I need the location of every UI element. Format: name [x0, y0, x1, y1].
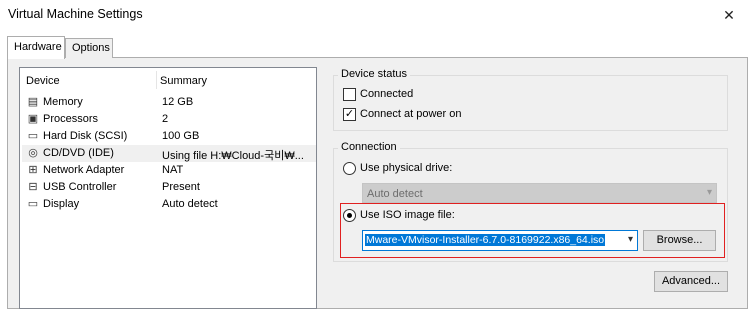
device-row-usb-controller[interactable]: ⊟ USB Controller Present: [22, 179, 316, 196]
device-status-group: Device status: [333, 68, 728, 131]
device-row-processors[interactable]: ▣ Processors 2: [22, 111, 316, 128]
device-name: Hard Disk (SCSI): [43, 130, 128, 142]
advanced-button[interactable]: Advanced...: [654, 271, 728, 292]
device-name: Memory: [43, 96, 83, 108]
physical-drive-value: Auto detect: [367, 188, 423, 200]
device-row-memory[interactable]: ▤ Memory 12 GB: [22, 94, 316, 111]
device-name: CD/DVD (IDE): [43, 147, 114, 159]
connect-at-power-on-label[interactable]: Connect at power on: [360, 108, 462, 120]
browse-button[interactable]: Browse...: [643, 230, 716, 251]
device-row-network-adapter[interactable]: ⊞ Network Adapter NAT: [22, 162, 316, 179]
iso-path-value[interactable]: Mware-VMvisor-Installer-6.7.0-8169922.x8…: [365, 234, 606, 246]
device-summary: 100 GB: [162, 130, 200, 142]
device-row-display[interactable]: ▭ Display Auto detect: [22, 196, 316, 213]
display-icon: ▭: [27, 198, 39, 210]
list-header: Device Summary: [20, 68, 316, 90]
tab-options[interactable]: Options: [65, 38, 113, 58]
tab-hardware[interactable]: Hardware: [7, 36, 65, 59]
column-divider[interactable]: [156, 71, 157, 89]
device-row-cd-dvd-ide[interactable]: ◎ CD/DVD (IDE) Using file H:₩Cloud-국비₩...: [22, 145, 316, 162]
device-summary: Using file H:₩Cloud-국비₩...: [162, 150, 304, 162]
device-summary: 12 GB: [162, 96, 194, 108]
device-row-hard-disk-scsi[interactable]: ▭ Hard Disk (SCSI) 100 GB: [22, 128, 316, 145]
iso-path-combobox[interactable]: Mware-VMvisor-Installer-6.7.0-8169922.x8…: [362, 230, 638, 251]
device-name: Network Adapter: [43, 164, 125, 176]
device-summary: 2: [162, 113, 169, 125]
connection-label: Connection: [338, 141, 400, 153]
device-name: Processors: [43, 113, 99, 125]
device-summary: Auto detect: [162, 198, 218, 210]
title-bar: Virtual Machine Settings ✕: [0, 0, 748, 30]
device-summary: NAT: [162, 164, 184, 176]
connected-checkbox[interactable]: [343, 88, 356, 101]
physical-drive-label[interactable]: Use physical drive:: [360, 162, 452, 174]
iso-image-label[interactable]: Use ISO image file:: [360, 209, 455, 221]
close-icon[interactable]: ✕: [710, 0, 748, 30]
column-device[interactable]: Device: [26, 75, 60, 87]
physical-drive-select: Auto detect ▾: [362, 183, 717, 203]
hard-disk-icon: ▭: [27, 130, 39, 142]
physical-drive-radio[interactable]: [343, 162, 356, 175]
device-summary: Present: [162, 181, 200, 193]
memory-icon: ▤: [27, 96, 39, 108]
processor-icon: ▣: [27, 113, 39, 125]
usb-icon: ⊟: [28, 181, 38, 193]
iso-image-radio[interactable]: [343, 209, 356, 222]
device-status-label: Device status: [338, 68, 411, 80]
device-name: Display: [43, 198, 80, 210]
chevron-down-icon: ▾: [706, 187, 712, 198]
device-name: USB Controller: [43, 181, 117, 193]
column-summary[interactable]: Summary: [160, 75, 207, 87]
connect-at-power-on-checkbox[interactable]: ✓: [343, 108, 356, 121]
chevron-down-icon[interactable]: ▾: [628, 234, 633, 245]
network-icon: ⊞: [28, 164, 38, 176]
window-title: Virtual Machine Settings: [8, 7, 143, 21]
cd-dvd-icon: ◎: [28, 147, 38, 159]
device-list[interactable]: Device Summary ▤ Memory 12 GB ▣ Processors 2 ▭…: [19, 67, 317, 309]
connected-label[interactable]: Connected: [360, 88, 413, 100]
